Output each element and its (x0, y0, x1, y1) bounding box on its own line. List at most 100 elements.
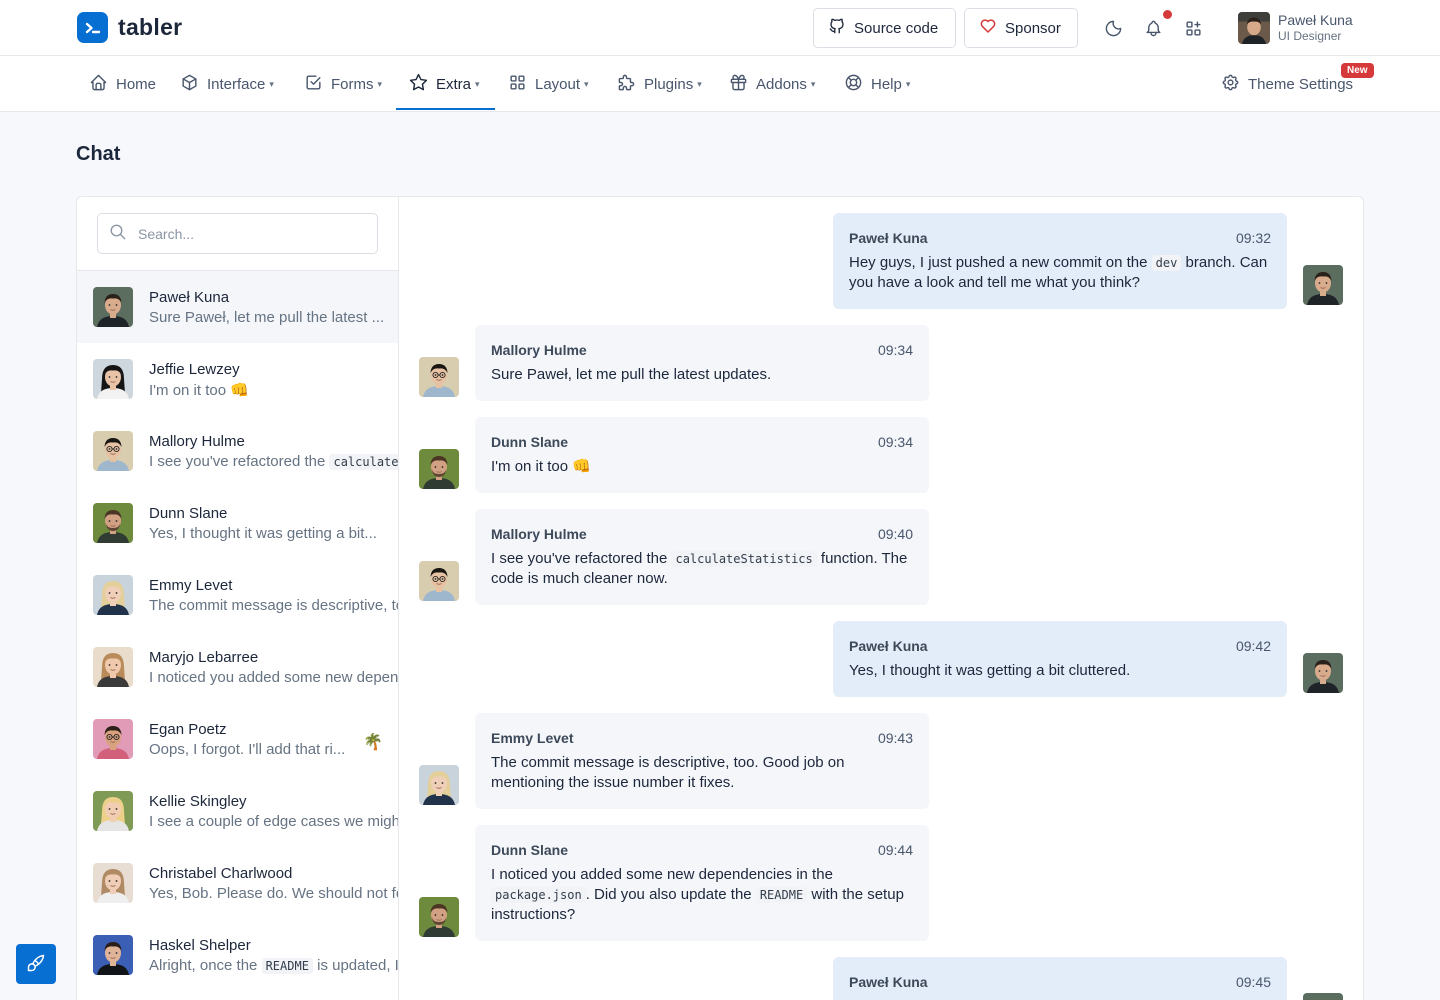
nav-item-plugins[interactable]: Plugins ▾ (617, 56, 702, 112)
search-input[interactable] (138, 225, 358, 242)
message-code: calculateStatistics (329, 454, 398, 470)
message-header: Dunn Slane 09:34 (491, 433, 913, 451)
contacts-sidebar: Paweł Kuna Sure Paweł, let me pull the la… (77, 197, 399, 1000)
nav-label-interface: Interface (207, 75, 266, 93)
apps-icon[interactable] (1183, 18, 1203, 38)
contact-item[interactable]: Christabel Charlwood Yes, Bob. Please do.… (77, 847, 398, 919)
avatar (93, 863, 133, 903)
contact-last-message: I see you've refactored the calculateSta… (149, 453, 398, 470)
contact-item[interactable]: Dunn Slane Yes, I thought it was getting … (77, 487, 398, 559)
customize-button[interactable] (16, 944, 56, 984)
nav-item-forms[interactable]: Forms ▾ (304, 56, 382, 112)
nav-item-theme-settings[interactable]: Theme Settings (1221, 56, 1353, 112)
contact-item[interactable]: Jeffie Lewzey I'm on it too 👊 (77, 343, 398, 415)
chevron-down-icon: ▾ (697, 78, 702, 89)
message-header: Paweł Kuna 09:45 (849, 973, 1271, 991)
contact-item[interactable]: Maryjo Lebarree I noticed you added some … (77, 631, 398, 703)
sponsor-button[interactable]: Sponsor (964, 8, 1078, 48)
message-bubble: Paweł Kuna 09:32 Hey guys, I just pushed a… (833, 213, 1287, 309)
active-tab-indicator (396, 108, 495, 110)
chevron-down-icon: ▾ (377, 78, 383, 89)
message-text: I see you've refactored the (149, 453, 330, 470)
contact-name: Mallory Hulme (149, 433, 245, 450)
contact-last-message: Sure Paweł, let me pull the latest ... (149, 309, 384, 326)
message-author: Emmy Levet (491, 730, 574, 746)
fist-emoji-icon: 👊 (230, 382, 249, 399)
contact-name: Emmy Levet (149, 577, 233, 594)
source-code-button[interactable]: Source code (813, 8, 956, 48)
home-icon (89, 73, 108, 96)
message-author: Dunn Slane (491, 434, 569, 450)
contact-last-message: Alright, once the README is updated, I (149, 957, 399, 974)
heart-icon (979, 17, 997, 39)
nav-item-layout[interactable]: Layout ▾ (508, 56, 589, 112)
contact-item[interactable]: Haskel Shelper Alright, once the README i… (77, 919, 399, 991)
contact-last-message: I noticed you added some new dependencie… (149, 669, 398, 686)
bell-icon[interactable] (1143, 18, 1163, 38)
contact-name: Egan Poetz (149, 721, 227, 738)
palm-tree-icon: 🌴 (363, 734, 383, 751)
source-code-label: Source code (854, 19, 939, 37)
message-code: package.json (491, 887, 586, 903)
nav-item-interface[interactable]: Interface ▾ (180, 56, 274, 112)
message-text: Oops, I forgot. I'll add that ri... (149, 741, 346, 758)
message-text: is updated, I (312, 957, 399, 974)
message-author: Mallory Hulme (491, 342, 587, 358)
user-menu[interactable]: Paweł Kuna UI Designer (1238, 12, 1353, 44)
avatar (1303, 265, 1343, 305)
checkbox-icon (304, 73, 323, 96)
contact-last-message: Yes, Bob. Please do. We should not forge… (149, 885, 398, 902)
nav-item-home[interactable]: Home (89, 56, 156, 112)
nav-label-help: Help (871, 75, 902, 93)
message-text: I'm on it too 👊 (491, 457, 913, 477)
nav-label-extra: Extra (436, 75, 472, 93)
avatar (93, 935, 133, 975)
message-author: Paweł Kuna (849, 230, 928, 246)
message-text-part: The commit message is descriptive, too. … (491, 754, 845, 791)
nav-item-extra[interactable]: Extra ▾ (409, 56, 480, 112)
avatar (93, 431, 133, 471)
nav-label-home: Home (116, 75, 157, 93)
message-text-part: Sure Paweł, let me pull the latest updat… (491, 366, 772, 383)
contact-item[interactable]: Kellie Skingley I see a couple of edge ca… (77, 775, 398, 847)
github-icon (828, 17, 846, 39)
page-title: Chat (76, 143, 121, 165)
nav-item-addons[interactable]: Addons ▾ (729, 56, 815, 112)
avatar (419, 897, 459, 937)
search-box[interactable] (97, 213, 378, 254)
message-author: Paweł Kuna (849, 974, 928, 990)
message-time: 09:44 (877, 842, 913, 858)
avatar (419, 449, 459, 489)
message-bubble: Mallory Hulme 09:34 Sure Paweł, let me pul… (475, 325, 929, 401)
moon-icon[interactable] (1103, 18, 1123, 38)
message-time: 09:42 (1235, 638, 1271, 654)
contact-last-message: I'm on it too 👊 (149, 381, 249, 399)
contact-item[interactable]: Paweł Kuna Sure Paweł, let me pull the la… (77, 271, 398, 343)
contact-name: Jeffie Lewzey (149, 361, 240, 378)
contact-item[interactable]: Egan Poetz Oops, I forgot. I'll add that … (77, 703, 398, 775)
contact-name: Kellie Skingley (149, 793, 247, 810)
main-nav: Home Interface ▾ Forms ▾ Extra ▾ Layout … (0, 56, 1440, 112)
nav-label-theme-settings: Theme Settings (1248, 75, 1354, 93)
message-text-part: I noticed you added some new dependencie… (491, 866, 833, 883)
message-text-part: . Did you also update the (585, 886, 756, 903)
message-bubble: Mallory Hulme 09:40 I see you've refactore… (475, 509, 929, 605)
nav-label-layout: Layout (535, 75, 581, 93)
avatar (93, 719, 133, 759)
avatar (1303, 993, 1343, 1000)
brand[interactable]: tabler (77, 12, 182, 43)
chevron-down-icon: ▾ (584, 78, 589, 89)
message-header: Paweł Kuna 09:42 (849, 637, 1271, 655)
nav-item-help[interactable]: Help ▾ (844, 56, 910, 112)
message-text: The commit message is descriptive, too. … (491, 753, 913, 793)
search-icon (109, 223, 127, 244)
brush-icon (26, 953, 46, 976)
contact-item[interactable]: Mallory Hulme I see you've refactored the… (77, 415, 398, 487)
chevron-down-icon: ▾ (475, 78, 480, 89)
notification-dot (1163, 10, 1172, 19)
contact-name: Haskel Shelper (149, 937, 251, 954)
avatar (93, 647, 133, 687)
message-text: Sure Paweł, let me pull the latest ... (149, 309, 385, 326)
message-text: I noticed you added some new dependencie… (491, 865, 913, 925)
contact-item[interactable]: Emmy Levet The commit message is descript… (77, 559, 398, 631)
